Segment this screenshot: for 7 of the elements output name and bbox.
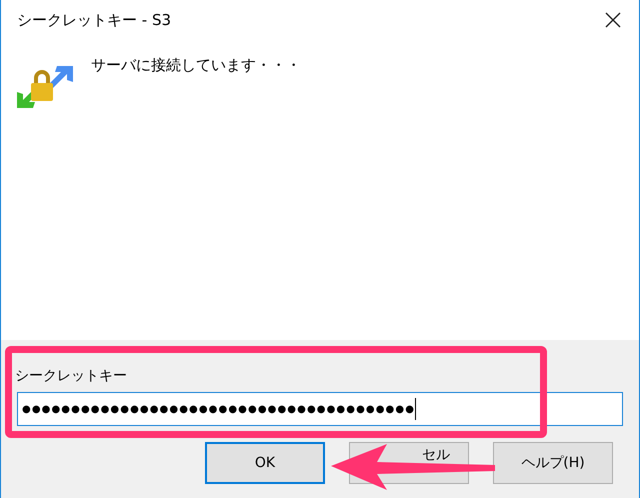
secret-key-field[interactable]: ●●●●●●●●●●●●●●●●●●●●●●●●●●●●●●●●●●●●●●●● <box>17 392 623 426</box>
close-icon[interactable] <box>605 12 621 28</box>
field-label: シークレットキー <box>15 367 128 386</box>
ok-button[interactable]: OK <box>205 442 325 484</box>
status-message: サーバに接続しています・・・ <box>91 55 301 76</box>
help-button[interactable]: ヘルプ(H) <box>493 442 613 484</box>
window-title: シークレットキー - S3 <box>17 10 172 31</box>
